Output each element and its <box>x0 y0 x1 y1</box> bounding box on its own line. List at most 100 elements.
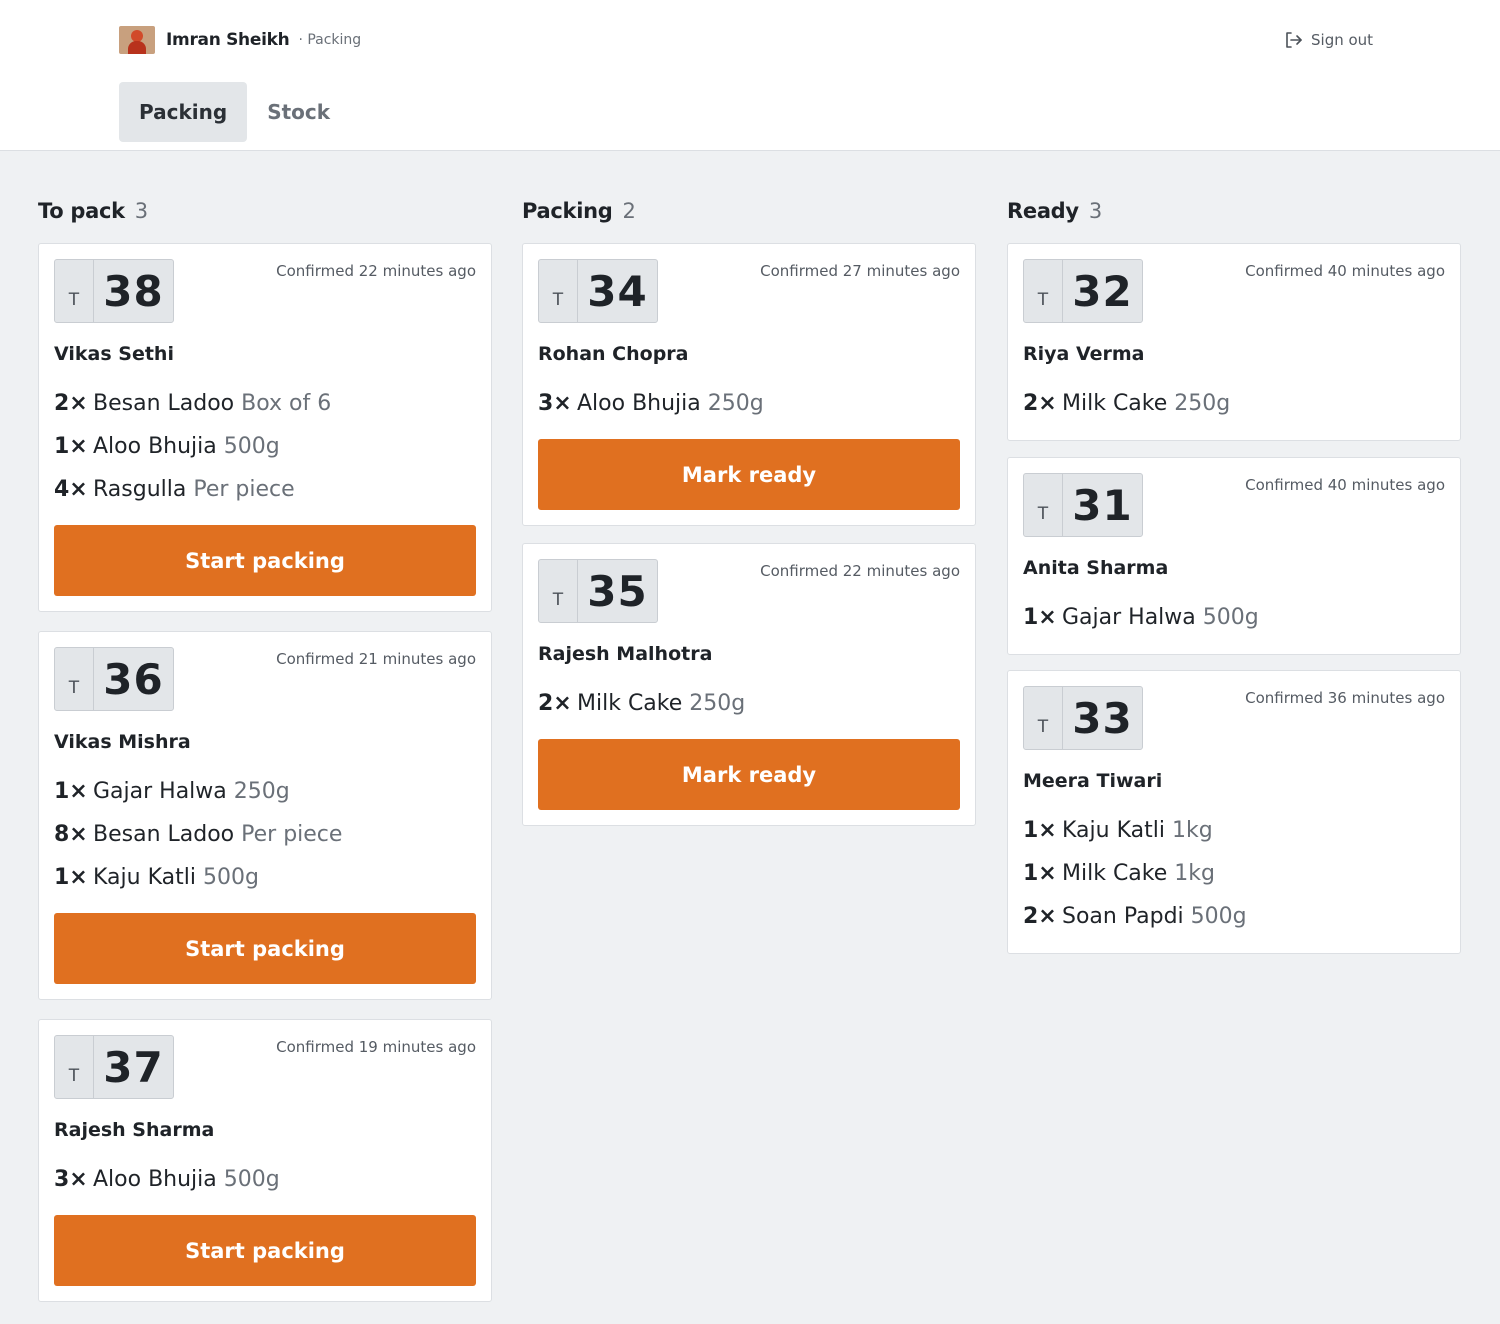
user-role: · Packing <box>298 32 362 48</box>
list-item: 1× Kaju Katli 1kg <box>1023 809 1445 852</box>
item-name: Aloo Bhujia <box>93 1167 217 1192</box>
mark-ready-button[interactable]: Mark ready <box>538 439 960 510</box>
item-list: 2× Milk Cake 250g <box>1023 382 1445 425</box>
ticket-prefix: T <box>539 560 578 622</box>
column-title: Ready <box>1007 199 1079 223</box>
confirmed-time: Confirmed 22 minutes ago <box>760 562 960 580</box>
customer-name: Vikas Mishra <box>54 731 191 753</box>
order-card: T 38 Confirmed 22 minutes ago Vikas Seth… <box>38 243 492 612</box>
mark-ready-button[interactable]: Mark ready <box>538 739 960 810</box>
list-item: 2× Milk Cake 250g <box>538 682 960 725</box>
ticket-badge: T 35 <box>538 559 658 623</box>
item-qty: 2× <box>1023 391 1057 416</box>
top-bar: Imran Sheikh · Packing Sign out Packing … <box>0 0 1500 151</box>
item-variant: Per piece <box>241 822 343 847</box>
column-count: 3 <box>134 199 149 223</box>
item-name: Milk Cake <box>1062 861 1168 886</box>
customer-name: Riya Verma <box>1023 343 1145 365</box>
ticket-prefix: T <box>55 260 94 322</box>
list-item: 1× Kaju Katli 500g <box>54 856 476 899</box>
item-name: Milk Cake <box>577 691 683 716</box>
ticket-badge: T 32 <box>1023 259 1143 323</box>
item-name: Rasgulla <box>93 477 187 502</box>
item-qty: 8× <box>54 822 88 847</box>
tab-stock[interactable]: Stock <box>247 82 350 142</box>
item-variant: 500g <box>1190 904 1247 929</box>
ticket-badge: T 31 <box>1023 473 1143 537</box>
item-list: 1× Gajar Halwa 500g <box>1023 596 1445 639</box>
ticket-prefix: T <box>539 260 578 322</box>
item-variant: 250g <box>1174 391 1231 416</box>
column-header: Packing 2 <box>522 196 976 226</box>
column-packing: Packing 2 T 34 Confirmed 27 minutes ago … <box>522 196 976 826</box>
customer-name: Vikas Sethi <box>54 343 174 365</box>
start-packing-button[interactable]: Start packing <box>54 525 476 596</box>
ticket-prefix: T <box>55 1036 94 1098</box>
customer-name: Rohan Chopra <box>538 343 689 365</box>
column-title: Packing <box>522 199 613 223</box>
item-variant: 1kg <box>1174 861 1215 886</box>
order-card: T 31 Confirmed 40 minutes ago Anita Shar… <box>1007 457 1461 655</box>
item-variant: 500g <box>1202 605 1259 630</box>
item-qty: 1× <box>54 434 88 459</box>
item-qty: 4× <box>54 477 88 502</box>
item-name: Gajar Halwa <box>93 779 227 804</box>
tab-packing[interactable]: Packing <box>119 82 248 142</box>
ticket-prefix: T <box>55 648 94 710</box>
confirmed-time: Confirmed 27 minutes ago <box>760 262 960 280</box>
sign-out-button[interactable]: Sign out <box>1283 29 1373 51</box>
avatar <box>119 26 155 54</box>
item-variant: Box of 6 <box>241 391 332 416</box>
item-variant: 500g <box>223 1167 280 1192</box>
list-item: 1× Gajar Halwa 500g <box>1023 596 1445 639</box>
customer-name: Anita Sharma <box>1023 557 1169 579</box>
start-packing-button[interactable]: Start packing <box>54 1215 476 1286</box>
confirmed-time: Confirmed 40 minutes ago <box>1245 476 1445 494</box>
list-item: 4× Rasgulla Per piece <box>54 468 476 511</box>
list-item: 1× Aloo Bhujia 500g <box>54 425 476 468</box>
ticket-badge: T 36 <box>54 647 174 711</box>
confirmed-time: Confirmed 40 minutes ago <box>1245 262 1445 280</box>
item-name: Gajar Halwa <box>1062 605 1196 630</box>
item-list: 1× Gajar Halwa 250g 8× Besan Ladoo Per p… <box>54 770 476 899</box>
confirmed-time: Confirmed 19 minutes ago <box>276 1038 476 1056</box>
column-count: 2 <box>622 199 636 223</box>
order-card: T 32 Confirmed 40 minutes ago Riya Verma… <box>1007 243 1461 441</box>
start-packing-button[interactable]: Start packing <box>54 913 476 984</box>
item-list: 2× Milk Cake 250g <box>538 682 960 725</box>
list-item: 1× Gajar Halwa 250g <box>54 770 476 813</box>
item-qty: 1× <box>1023 861 1057 886</box>
order-card: T 34 Confirmed 27 minutes ago Rohan Chop… <box>522 243 976 526</box>
item-variant: 250g <box>707 391 764 416</box>
ticket-badge: T 37 <box>54 1035 174 1099</box>
item-qty: 1× <box>1023 605 1057 630</box>
ticket-number: 38 <box>103 266 164 316</box>
list-item: 3× Aloo Bhujia 250g <box>538 382 960 425</box>
item-qty: 2× <box>54 391 88 416</box>
item-list: 1× Kaju Katli 1kg 1× Milk Cake 1kg 2× So… <box>1023 809 1445 938</box>
item-qty: 1× <box>54 779 88 804</box>
column-ready: Ready 3 T 32 Confirmed 40 minutes ago Ri… <box>1007 196 1461 954</box>
ticket-badge: T 38 <box>54 259 174 323</box>
list-item: 8× Besan Ladoo Per piece <box>54 813 476 856</box>
customer-name: Rajesh Sharma <box>54 1119 215 1141</box>
item-name: Soan Papdi <box>1062 904 1184 929</box>
item-name: Aloo Bhujia <box>577 391 701 416</box>
item-variant: 500g <box>202 865 259 890</box>
item-variant: 250g <box>689 691 746 716</box>
confirmed-time: Confirmed 21 minutes ago <box>276 650 476 668</box>
item-variant: 1kg <box>1171 818 1213 843</box>
sign-out-icon <box>1286 32 1302 48</box>
ticket-number: 31 <box>1072 480 1133 530</box>
ticket-number: 37 <box>103 1042 164 1092</box>
column-to-pack: To pack 3 T 38 Confirmed 22 minutes ago … <box>38 196 492 1302</box>
ticket-badge: T 33 <box>1023 686 1143 750</box>
avatar-body <box>128 41 146 54</box>
ticket-number: 33 <box>1072 693 1133 743</box>
item-name: Besan Ladoo <box>93 822 235 847</box>
ticket-prefix: T <box>1024 260 1063 322</box>
item-variant: Per piece <box>193 477 295 502</box>
user-info: Imran Sheikh · Packing <box>119 26 361 54</box>
list-item: 2× Besan Ladoo Box of 6 <box>54 382 476 425</box>
item-qty: 1× <box>54 865 88 890</box>
